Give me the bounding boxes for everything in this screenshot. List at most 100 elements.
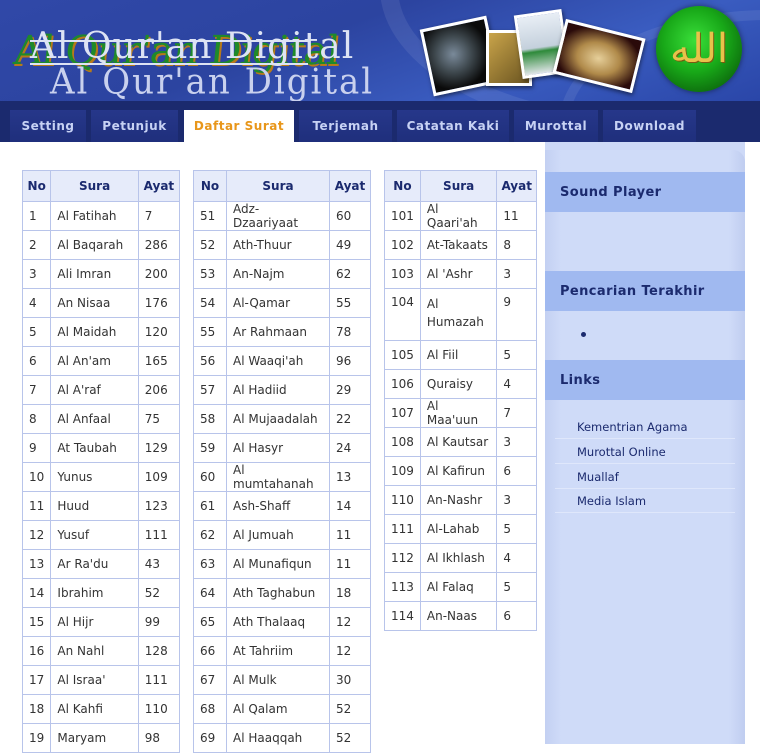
sura-row[interactable]: 7 Al A'raf 206 xyxy=(21,375,181,405)
sura-row[interactable]: 107 Al Maa'uun 7 xyxy=(384,398,537,428)
link-muallaf[interactable]: Muallaf xyxy=(555,465,735,489)
sura-name[interactable]: At Tahriim xyxy=(226,636,330,666)
sura-name[interactable]: Al Humazah xyxy=(419,288,498,341)
sura-row[interactable]: 103 Al 'Ashr 3 xyxy=(384,259,537,289)
sura-name[interactable]: Al Ikhlash xyxy=(419,543,498,573)
tab-daftar-surat[interactable]: Daftar Surat xyxy=(184,110,294,142)
sura-row[interactable]: 56 Al Waaqi'ah 96 xyxy=(193,346,371,376)
sura-row[interactable]: 108 Al Kautsar 3 xyxy=(384,427,537,457)
sura-name[interactable]: Al Kafirun xyxy=(419,456,498,486)
sura-name[interactable]: Al Hadiid xyxy=(226,375,330,405)
sura-row[interactable]: 11 Huud 123 xyxy=(21,491,181,521)
sura-row[interactable]: 5 Al Maidah 120 xyxy=(21,317,181,347)
sura-row[interactable]: 17 Al Israa' 111 xyxy=(21,665,181,695)
sura-row[interactable]: 69 Al Haaqqah 52 xyxy=(193,723,371,753)
sura-row[interactable]: 16 An Nahl 128 xyxy=(21,636,181,666)
sura-name[interactable]: Al A'raf xyxy=(50,375,139,405)
sura-row[interactable]: 6 Al An'am 165 xyxy=(21,346,181,376)
sura-name[interactable]: Quraisy xyxy=(419,369,498,399)
sura-row[interactable]: 53 An-Najm 62 xyxy=(193,259,371,289)
sura-row[interactable]: 1 Al Fatihah 7 xyxy=(21,201,181,231)
sura-row[interactable]: 14 Ibrahim 52 xyxy=(21,578,181,608)
sura-row[interactable]: 8 Al Anfaal 75 xyxy=(21,404,181,434)
sura-name[interactable]: An-Nashr xyxy=(419,485,498,515)
link-murottal-online[interactable]: Murottal Online xyxy=(555,440,735,464)
sura-name[interactable]: Al Fatihah xyxy=(50,201,139,231)
sura-name[interactable]: Ash-Shaff xyxy=(226,491,330,521)
sura-name[interactable]: Al Baqarah xyxy=(50,230,139,260)
sura-row[interactable]: 60 Al mumtahanah 13 xyxy=(193,462,371,492)
sura-name[interactable]: Yunus xyxy=(50,462,139,492)
sura-name[interactable]: Al Waaqi'ah xyxy=(226,346,330,376)
link-media-islam[interactable]: Media Islam xyxy=(555,489,735,513)
sura-name[interactable]: Al mumtahanah xyxy=(226,462,330,492)
sura-name[interactable]: Yusuf xyxy=(50,520,139,550)
sura-name[interactable]: Ar Ra'du xyxy=(50,549,139,579)
sura-name[interactable]: Al Maa'uun xyxy=(419,398,498,428)
sura-row[interactable]: 66 At Tahriim 12 xyxy=(193,636,371,666)
sura-name[interactable]: Al Haaqqah xyxy=(226,723,330,753)
sura-row[interactable]: 109 Al Kafirun 6 xyxy=(384,456,537,486)
sura-name[interactable]: Ibrahim xyxy=(50,578,139,608)
sura-row[interactable]: 68 Al Qalam 52 xyxy=(193,694,371,724)
sura-row[interactable]: 63 Al Munafiqun 11 xyxy=(193,549,371,579)
sura-name[interactable]: Ath Thalaaq xyxy=(226,607,330,637)
sura-name[interactable]: Adz-Dzaariyaat xyxy=(226,201,330,231)
sura-name[interactable]: Al An'am xyxy=(50,346,139,376)
tab-murottal[interactable]: Murottal xyxy=(514,110,598,142)
sura-row[interactable]: 64 Ath Taghabun 18 xyxy=(193,578,371,608)
sura-name[interactable]: An-Najm xyxy=(226,259,330,289)
sura-name[interactable]: Huud xyxy=(50,491,139,521)
sura-row[interactable]: 59 Al Hasyr 24 xyxy=(193,433,371,463)
sura-name[interactable]: Al Kautsar xyxy=(419,427,498,457)
sura-name[interactable]: Al Israa' xyxy=(50,665,139,695)
sura-name[interactable]: At-Takaats xyxy=(419,230,498,260)
sura-row[interactable]: 10 Yunus 109 xyxy=(21,462,181,492)
sura-row[interactable]: 101 Al Qaari'ah 11 xyxy=(384,201,537,231)
sura-row[interactable]: 19 Maryam 98 xyxy=(21,723,181,753)
sura-name[interactable]: At Taubah xyxy=(50,433,139,463)
tab-petunjuk[interactable]: Petunjuk xyxy=(91,110,178,142)
tab-terjemah[interactable]: Terjemah xyxy=(299,110,392,142)
sura-name[interactable]: Al Mujaadalah xyxy=(226,404,330,434)
sura-name[interactable]: Al Jumuah xyxy=(226,520,330,550)
sura-name[interactable]: An Nahl xyxy=(50,636,139,666)
sura-name[interactable]: Ath Taghabun xyxy=(226,578,330,608)
sura-row[interactable]: 4 An Nisaa 176 xyxy=(21,288,181,318)
sura-row[interactable]: 65 Ath Thalaaq 12 xyxy=(193,607,371,637)
sura-name[interactable]: Al Munafiqun xyxy=(226,549,330,579)
sura-name[interactable]: Ar Rahmaan xyxy=(226,317,330,347)
sura-name[interactable]: Al Qalam xyxy=(226,694,330,724)
sura-name[interactable]: Maryam xyxy=(50,723,139,753)
sura-row[interactable]: 9 At Taubah 129 xyxy=(21,433,181,463)
sura-row[interactable]: 105 Al Fiil 5 xyxy=(384,340,537,370)
sura-row[interactable]: 110 An-Nashr 3 xyxy=(384,485,537,515)
link-kementrian-agama[interactable]: Kementrian Agama xyxy=(555,415,735,439)
sura-name[interactable]: An Nisaa xyxy=(50,288,139,318)
tab-catatan-kaki[interactable]: Catatan Kaki xyxy=(397,110,509,142)
sura-row[interactable]: 2 Al Baqarah 286 xyxy=(21,230,181,260)
sura-name[interactable]: Al Qaari'ah xyxy=(419,201,498,231)
sura-row[interactable]: 52 Ath-Thuur 49 xyxy=(193,230,371,260)
sura-row[interactable]: 51 Adz-Dzaariyaat 60 xyxy=(193,201,371,231)
tab-download[interactable]: Download xyxy=(603,110,696,142)
sura-name[interactable]: Al-Qamar xyxy=(226,288,330,318)
sura-name[interactable]: Al Fiil xyxy=(419,340,498,370)
sura-row[interactable]: 61 Ash-Shaff 14 xyxy=(193,491,371,521)
sura-row[interactable]: 114 An-Naas 6 xyxy=(384,601,537,631)
sura-row[interactable]: 12 Yusuf 111 xyxy=(21,520,181,550)
sura-row[interactable]: 58 Al Mujaadalah 22 xyxy=(193,404,371,434)
sura-row[interactable]: 55 Ar Rahmaan 78 xyxy=(193,317,371,347)
sura-row[interactable]: 57 Al Hadiid 29 xyxy=(193,375,371,405)
sura-row[interactable]: 18 Al Kahfi 110 xyxy=(21,694,181,724)
sura-name[interactable]: Ali Imran xyxy=(50,259,139,289)
sura-row[interactable]: 54 Al-Qamar 55 xyxy=(193,288,371,318)
sura-row[interactable]: 112 Al Ikhlash 4 xyxy=(384,543,537,573)
sura-row[interactable]: 13 Ar Ra'du 43 xyxy=(21,549,181,579)
sura-row[interactable]: 67 Al Mulk 30 xyxy=(193,665,371,695)
sura-name[interactable]: Al Kahfi xyxy=(50,694,139,724)
sura-name[interactable]: An-Naas xyxy=(419,601,498,631)
sura-name[interactable]: Al-Lahab xyxy=(419,514,498,544)
sura-name[interactable]: Al Hasyr xyxy=(226,433,330,463)
sura-row[interactable]: 104 Al Humazah 9 xyxy=(384,288,537,341)
